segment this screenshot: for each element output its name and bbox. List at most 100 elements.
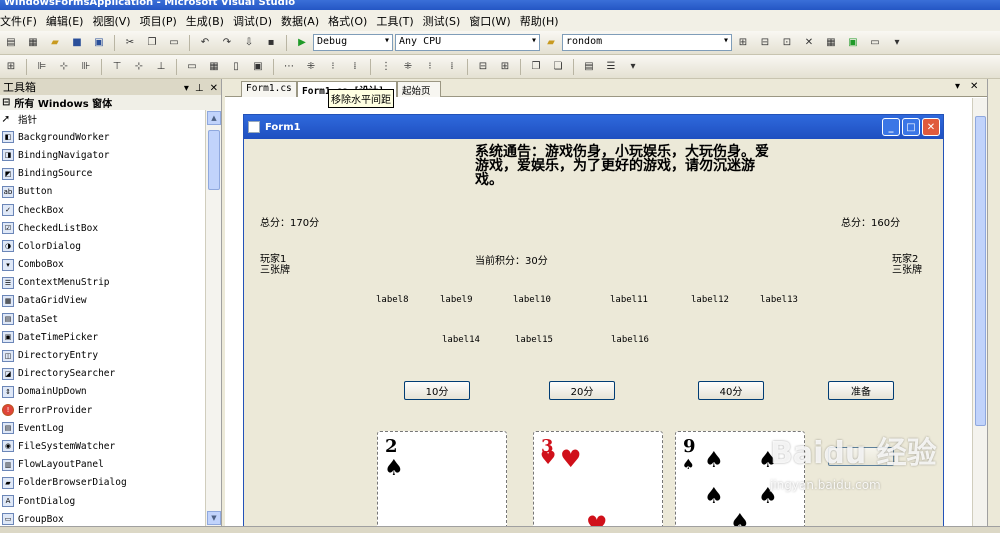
pin-icon[interactable]: ⊥ [195,83,204,94]
v-spacing-increase-icon[interactable]: ⁜ [400,59,416,75]
toolbox-item[interactable]: ◧ BackgroundWorker [0,128,206,146]
toolbox-item[interactable]: A FontDialog [0,492,206,510]
menu-tools[interactable]: 工具(T) [376,13,422,29]
card-1[interactable]: 2 ♠ [377,431,507,533]
tab-close-icon[interactable]: ✕ [970,81,978,92]
tab-dropdown-icon[interactable]: ▾ [955,81,960,92]
find-icon[interactable]: ▰ [543,35,559,51]
send-to-back-icon[interactable]: ❏ [550,59,566,75]
toolbox-item[interactable]: ab Button [0,183,206,201]
toolbox-item[interactable]: ▣ DateTimePicker [0,328,206,346]
dropdown-icon[interactable]: ▾ [184,83,189,94]
solution-explorer-icon[interactable]: ⊟ [757,35,773,51]
toolbox-item[interactable]: ▾ ComboBox [0,256,206,274]
same-width-icon[interactable]: ▭ [184,59,200,75]
paste-icon[interactable]: ▭ [166,35,182,51]
toolbox-item[interactable]: ◉ FileSystemWatcher [0,437,206,455]
align-bottom-icon[interactable]: ⊥ [153,59,169,75]
label10[interactable]: label10 [513,295,551,305]
align-middle-icon[interactable]: ⊹ [131,59,147,75]
scroll-thumb[interactable] [208,130,220,190]
scroll-thumb[interactable] [975,116,986,426]
align-top-icon[interactable]: ⊤ [109,59,125,75]
same-size-icon[interactable]: ▣ [250,59,266,75]
align-center-icon[interactable]: ⊹ [56,59,72,75]
label13[interactable]: label13 [760,295,798,305]
v-spacing-decrease-icon[interactable]: ⁝ [422,59,438,75]
toolbox-item[interactable]: ◑ ColorDialog [0,237,206,255]
label8[interactable]: label8 [376,295,409,305]
add-item-icon[interactable]: ▦ [25,35,41,51]
bet-10-button[interactable]: 10分 [404,381,470,400]
size-to-grid-icon[interactable]: ▦ [206,59,222,75]
tab-form1-cs[interactable]: Form1.cs [241,81,297,97]
toolbox-item[interactable]: ◪ DirectorySearcher [0,365,206,383]
v-spacing-equal-icon[interactable]: ⋮ [378,59,394,75]
menu-file[interactable]: 文件(F) [0,13,46,29]
center-horizontal-icon[interactable]: ⊟ [475,59,491,75]
scroll-down-icon[interactable]: ▼ [207,511,221,525]
same-height-icon[interactable]: ▯ [228,59,244,75]
find-in-files-icon[interactable]: ⊞ [735,35,751,51]
toolbox-scrollbar[interactable]: ▲ ▼ [205,110,221,526]
toolbox-item[interactable]: ▤ EventLog [0,419,206,437]
start-page-icon[interactable]: ▣ [845,35,861,51]
h-spacing-equal-icon[interactable]: ⋯ [281,59,297,75]
config-select[interactable]: Debug [313,34,393,51]
toolbox-item[interactable]: ▰ FolderBrowserDialog [0,474,206,492]
menu-format[interactable]: 格式(O) [328,13,376,29]
new-project-icon[interactable]: ▤ [3,35,19,51]
toolbox-item[interactable]: ▤ DataSet [0,310,206,328]
object-browser-icon[interactable]: ▦ [823,35,839,51]
h-spacing-increase-icon[interactable]: ⁜ [303,59,319,75]
scroll-up-icon[interactable]: ▲ [207,111,221,125]
ready-button[interactable]: 准备 [828,381,894,400]
toolbox-item-pointer[interactable]: ➚ 指针 [0,110,206,128]
h-spacing-decrease-icon[interactable]: ⁝ [325,59,341,75]
toolbox-item[interactable]: ◨ BindingNavigator [0,146,206,164]
undo-icon[interactable]: ↶ [197,35,213,51]
label11[interactable]: label11 [610,295,648,305]
comment-icon[interactable]: ▪ [263,35,279,51]
menu-project[interactable]: 项目(P) [140,13,186,29]
toolbox-item[interactable]: ☰ ContextMenuStrip [0,274,206,292]
center-vertical-icon[interactable]: ⊞ [497,59,513,75]
toolbar-options-icon[interactable]: ▾ [625,59,641,75]
maximize-icon[interactable]: □ [902,118,920,136]
find-combo[interactable]: rondom [562,34,732,51]
label15[interactable]: label15 [515,335,553,345]
toolbox-item[interactable]: ! ErrorProvider [0,401,206,419]
menu-help[interactable]: 帮助(H) [520,13,568,29]
toolbar-options-icon[interactable]: ▾ [889,35,905,51]
h-spacing-remove-icon[interactable]: ⁞ [347,59,363,75]
bet-20-button[interactable]: 20分 [549,381,615,400]
label16[interactable]: label16 [611,335,649,345]
redo-icon[interactable]: ↷ [219,35,235,51]
lock-controls-icon[interactable]: ▤ [581,59,597,75]
toolbox-item[interactable]: ▦ DataGridView [0,292,206,310]
align-to-grid-icon[interactable]: ⊞ [3,59,19,75]
align-left-icon[interactable]: ⊫ [34,59,50,75]
label9[interactable]: label9 [440,295,473,305]
cut-icon[interactable]: ✂ [122,35,138,51]
toolbox-item[interactable]: ⇕ DomainUpDown [0,383,206,401]
toolbox-icon[interactable]: ✕ [801,35,817,51]
toolbox-item[interactable]: ✓ CheckBox [0,201,206,219]
open-folder-icon[interactable]: ▰ [47,35,63,51]
properties-panel-collapsed[interactable] [987,79,1000,526]
bring-to-front-icon[interactable]: ❐ [528,59,544,75]
tab-order-icon[interactable]: ☰ [603,59,619,75]
menu-edit[interactable]: 编辑(E) [46,13,93,29]
v-spacing-remove-icon[interactable]: ⁞ [444,59,460,75]
close-icon[interactable]: ✕ [210,83,218,94]
toolbox-section-all[interactable]: ⊟ 所有 Windows 窗体 [0,95,221,110]
toolbox-item[interactable]: ▥ FlowLayoutPanel [0,456,206,474]
align-right-icon[interactable]: ⊪ [78,59,94,75]
save-icon[interactable]: ■ [69,35,85,51]
menu-data[interactable]: 数据(A) [281,13,328,29]
label14[interactable]: label14 [442,335,480,345]
toolbox-item[interactable]: ☑ CheckedListBox [0,219,206,237]
toolbox-item[interactable]: ◩ BindingSource [0,165,206,183]
properties-icon[interactable]: ⊡ [779,35,795,51]
close-icon[interactable]: ✕ [922,118,940,136]
